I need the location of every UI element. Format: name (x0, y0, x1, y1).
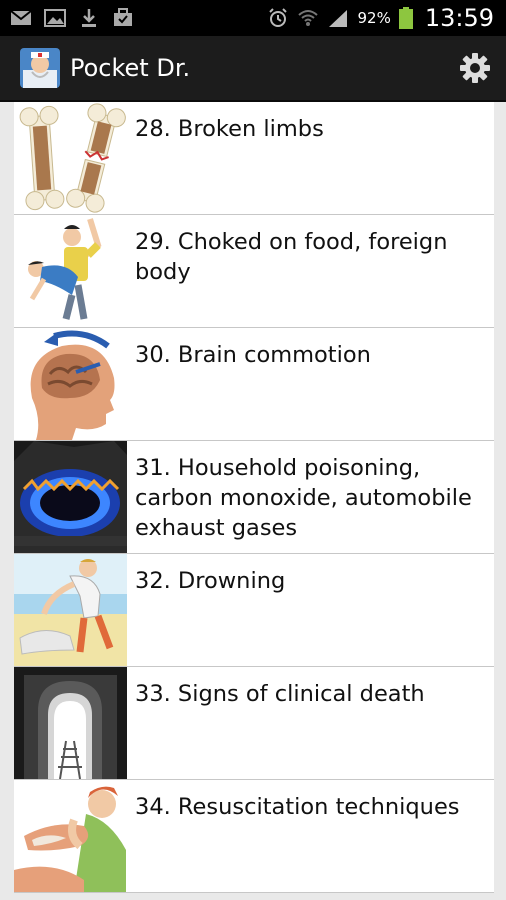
list-item-label: 34. Resuscitation techniques (135, 794, 460, 820)
list-item[interactable]: 30. Brain commotion (14, 328, 494, 441)
status-bar: 92% 13:59 (0, 0, 506, 36)
signal-icon (329, 10, 348, 27)
choking-icon (14, 215, 127, 327)
list-item-label: 33. Signs of clinical death (135, 681, 425, 707)
resuscitation-icon (14, 780, 127, 892)
list-item[interactable]: 31. Household poisoning, carbon monoxide… (14, 441, 494, 554)
list-item-label: 31. Household poisoning, carbon monoxide… (135, 455, 472, 541)
image-icon (44, 9, 66, 27)
list-item[interactable]: 29. Choked on food, foreign body (14, 215, 494, 328)
list-item-label: 29. Choked on food, foreign body (135, 229, 448, 285)
gas-flame-icon (14, 441, 127, 553)
app-title: Pocket Dr. (70, 54, 191, 82)
alarm-icon (269, 8, 288, 27)
list-item[interactable]: 32. Drowning (14, 554, 494, 667)
briefcase-icon (114, 8, 132, 26)
list-item-label: 30. Brain commotion (135, 342, 371, 368)
list-item[interactable]: 34. Resuscitation techniques (14, 780, 494, 893)
wifi-icon (298, 10, 319, 26)
mail-icon (10, 10, 32, 25)
app-home[interactable]: Pocket Dr. (20, 48, 190, 88)
download-icon (82, 9, 96, 27)
list-item[interactable]: 33. Signs of clinical death (14, 667, 494, 780)
notification-icons (10, 8, 134, 28)
doctor-logo-icon (20, 48, 60, 88)
topic-list: 28. Broken limbs 29. Choked on food, for… (14, 102, 494, 893)
list-item-label: 28. Broken limbs (135, 116, 324, 142)
brain-icon (14, 328, 127, 440)
battery-percent: 92% (357, 9, 391, 27)
app-bar: Pocket Dr. (0, 36, 506, 102)
list-item[interactable]: 28. Broken limbs (14, 102, 494, 215)
settings-button[interactable] (458, 51, 492, 85)
system-icons: 92% 13:59 (267, 4, 494, 32)
broken-bone-icon (14, 102, 127, 214)
list-item-label: 32. Drowning (135, 568, 286, 594)
tunnel-icon (14, 667, 127, 779)
gear-icon (460, 53, 490, 83)
battery-icon (398, 7, 413, 29)
drowning-icon (14, 554, 127, 666)
clock: 13:59 (424, 4, 494, 32)
